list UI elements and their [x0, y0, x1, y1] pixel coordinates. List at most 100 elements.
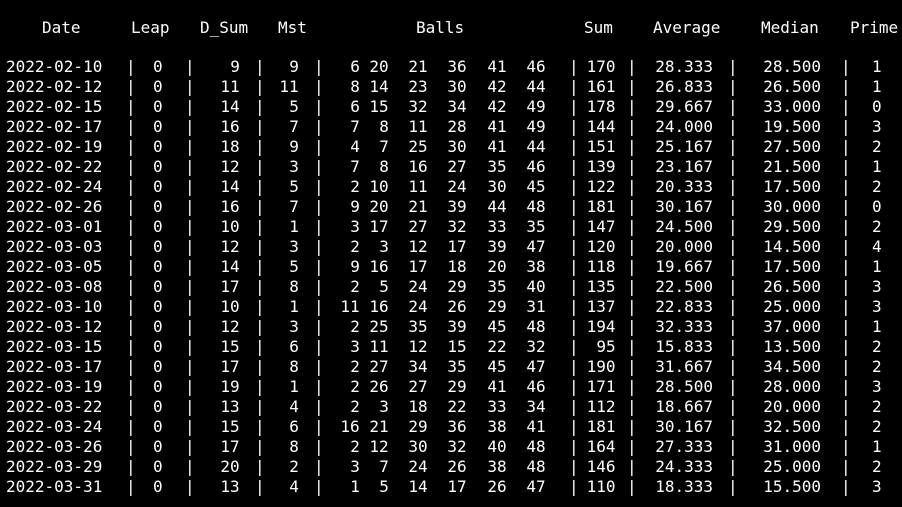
column-separator: | [728, 257, 738, 276]
column-separator: | [314, 397, 324, 416]
cell-ball: 25 [408, 137, 428, 156]
cell-ball: 46 [526, 157, 546, 176]
cell-ball: 9 [350, 257, 360, 276]
column-separator: | [314, 217, 324, 236]
cell-ball: 30 [487, 177, 507, 196]
cell-ball: 2 [350, 177, 360, 196]
cell-ball: 44 [526, 77, 546, 96]
cell-ball: 44 [487, 197, 507, 216]
cell-mst: 8 [289, 437, 299, 456]
column-separator: | [569, 157, 579, 176]
cell-d-sum: 19 [220, 377, 240, 396]
column-separator: | [841, 357, 851, 376]
table-row: 2022-03-15 0 15 6 3 11 12 15 22 32 95 15.833 13.500 2… [0, 337, 902, 357]
cell-leap: 0 [153, 137, 163, 156]
cell-prime: 2 [872, 137, 882, 156]
cell-sum: 95 [596, 337, 616, 356]
column-separator: | [569, 77, 579, 96]
cell-mst: 6 [289, 337, 299, 356]
column-separator: | [314, 317, 324, 336]
column-separator: | [314, 117, 324, 136]
table-row: 2022-02-19 0 18 9 4 7 25 30 41 44 151 25.167 27.500 2… [0, 137, 902, 157]
column-separator: | [185, 317, 195, 336]
cell-median: 28.000 [763, 377, 821, 396]
cell-average: 26.833 [655, 77, 713, 96]
column-separator: | [126, 157, 136, 176]
column-separator: | [126, 237, 136, 256]
cell-prime: 4 [872, 237, 882, 256]
table-row: 2022-02-22 0 12 3 7 8 16 27 35 46 139 23.167 21.500 1… [0, 157, 902, 177]
cell-ball: 42 [487, 77, 507, 96]
cell-ball: 47 [526, 357, 546, 376]
cell-median: 33.000 [763, 97, 821, 116]
cell-prime: 1 [872, 437, 882, 456]
cell-mst: 1 [289, 377, 299, 396]
cell-sum: 122 [586, 177, 616, 196]
header-d-sum: D_Sum [200, 18, 249, 37]
cell-ball: 48 [526, 317, 546, 336]
cell-ball: 15 [369, 97, 389, 116]
cell-ball: 8 [379, 117, 389, 136]
cell-ball: 49 [526, 97, 546, 116]
cell-ball: 48 [526, 437, 546, 456]
column-separator: | [255, 117, 265, 136]
cell-leap: 0 [153, 157, 163, 176]
cell-average: 19.667 [655, 257, 713, 276]
cell-ball: 17 [369, 217, 389, 236]
column-separator: | [314, 137, 324, 156]
column-separator: | [627, 397, 637, 416]
column-separator: | [841, 337, 851, 356]
column-separator: | [728, 177, 738, 196]
table-row: 2022-02-10 0 9 9 6 20 21 36 41 46 170 28.333 28.500 1… [0, 57, 902, 77]
column-separator: | [728, 237, 738, 256]
cell-median: 17.500 [763, 177, 821, 196]
column-separator: | [728, 377, 738, 396]
table-row: 2022-02-26 0 16 7 9 20 21 39 44 48 181 30.167 30.000… [0, 197, 902, 217]
column-separator: | [569, 257, 579, 276]
column-separator: | [185, 457, 195, 476]
table-row: 2022-03-08 0 17 8 2 5 24 29 35 40 135 22.500 26.500 3… [0, 277, 902, 297]
cell-ball: 21 [408, 197, 428, 216]
cell-ball: 14 [369, 77, 389, 96]
column-separator: | [185, 477, 195, 496]
column-separator: | [627, 297, 637, 316]
column-separator: | [255, 297, 265, 316]
cell-sum: 194 [586, 317, 616, 336]
cell-ball: 45 [487, 357, 507, 376]
column-separator: | [569, 97, 579, 116]
column-separator: | [627, 417, 637, 436]
cell-date: 2022-02-10 [6, 57, 103, 76]
column-separator: | [569, 357, 579, 376]
column-separator: | [728, 217, 738, 236]
column-separator: | [728, 57, 738, 76]
cell-ball: 27 [408, 377, 428, 396]
column-separator: | [627, 457, 637, 476]
cell-d-sum: 9 [230, 57, 240, 76]
column-separator: | [185, 337, 195, 356]
header-sum: Sum [584, 18, 613, 37]
cell-ball: 16 [369, 297, 389, 316]
cell-ball: 47 [526, 477, 546, 496]
column-separator: | [185, 197, 195, 216]
column-separator: | [841, 457, 851, 476]
column-separator: | [627, 177, 637, 196]
cell-median: 27.500 [763, 137, 821, 156]
cell-ball: 45 [487, 317, 507, 336]
cell-ball: 14 [408, 477, 428, 496]
column-separator: | [314, 457, 324, 476]
column-separator: | [314, 277, 324, 296]
column-separator: | [126, 297, 136, 316]
cell-average: 22.500 [655, 277, 713, 296]
cell-ball: 41 [487, 117, 507, 136]
column-separator: | [569, 217, 579, 236]
cell-ball: 49 [526, 117, 546, 136]
table-row: 2022-03-01 0 10 1 3 17 27 32 33 35 147 24.500 29.500… [0, 217, 902, 237]
header-average: Average [653, 18, 721, 37]
column-separator: | [841, 237, 851, 256]
cell-ball: 3 [379, 237, 389, 256]
cell-prime: 2 [872, 397, 882, 416]
table-row: 2022-03-05 0 14 5 9 16 17 18 20 38 118 19.667 17.500… [0, 257, 902, 277]
cell-ball: 45 [526, 177, 546, 196]
column-separator: | [126, 177, 136, 196]
cell-prime: 1 [872, 317, 882, 336]
